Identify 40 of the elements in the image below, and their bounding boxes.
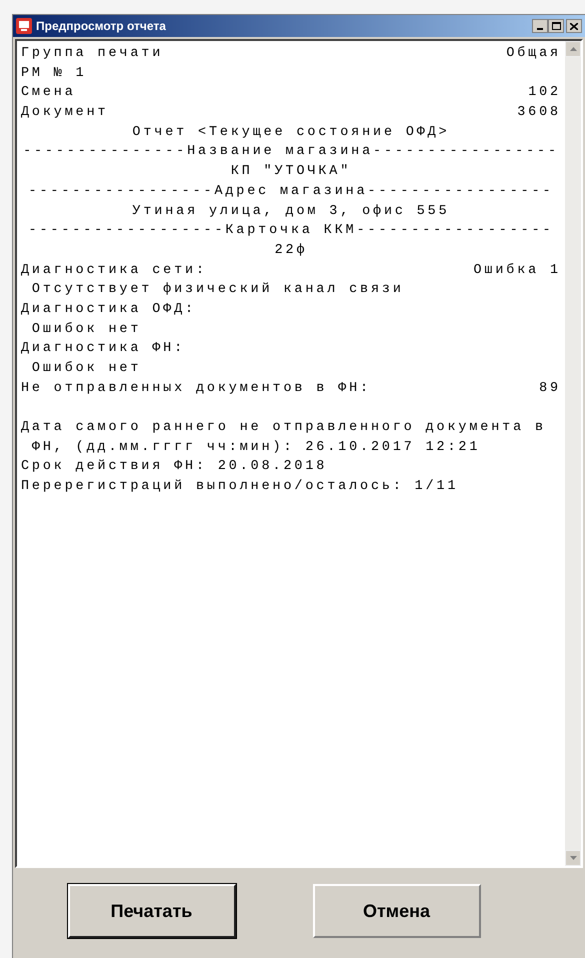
report-text: Диагностика ФН: (21, 340, 186, 358)
report-value: Ошибка 1 (474, 262, 561, 280)
dialog-button[interactable]: Печатать (68, 884, 236, 938)
dialog-button[interactable]: Отмена (312, 884, 480, 938)
report-value: Общая (506, 45, 561, 63)
report-value: 102 (528, 84, 561, 102)
report-label: Смена (21, 84, 76, 102)
report-label: Не отправленных документов в ФН: (21, 380, 371, 398)
report-heading: Отчет <Текущее состояние ОФД> (132, 124, 450, 142)
window-title: Предпросмотр отчета (36, 18, 167, 35)
report-heading: КП "УТОЧКА" (230, 163, 352, 182)
report-text: ФН, (дд.мм.гггг чч:мин): 26.10.2017 12:21 (30, 438, 480, 457)
report-text: РМ № 1 (21, 64, 87, 83)
report-text: Диагностика ОФД: (21, 300, 196, 319)
report-text: Дата самого раннего не отправленного документа в (21, 419, 546, 438)
down-arrow-icon (570, 856, 576, 860)
report-text: Срок действия ФН: 20.08.2018 (21, 458, 328, 476)
report-label: Документ (21, 104, 108, 122)
section-separator: -----------------Адрес магазина----------------- (28, 182, 554, 201)
report-label: Группа печати (21, 45, 164, 63)
report-text: Отсутствует физический канал связи (30, 281, 404, 300)
maximize-button[interactable] (548, 19, 564, 33)
minimize-button[interactable] (532, 19, 548, 33)
report-heading: 22ф (274, 242, 308, 260)
app-icon (16, 18, 32, 34)
scrollbar[interactable] (565, 41, 581, 866)
close-button[interactable] (566, 19, 582, 33)
report-label: Диагностика сети: (21, 262, 207, 280)
section-separator: ------------------Карточка ККМ------------------ (28, 222, 554, 240)
report-value: 3608 (517, 104, 561, 122)
scroll-down-button[interactable] (565, 850, 581, 866)
report-heading: Утиная улица, дом 3, офис 555 (132, 202, 450, 220)
scroll-up-button[interactable] (565, 41, 581, 57)
report-value: 89 (539, 380, 561, 398)
section-separator: ---------------Название магазина----------------- (23, 143, 559, 162)
report-text: Перерегистраций выполнено/осталось: 1/11 (21, 478, 458, 496)
report-text: Ошибок нет (30, 360, 142, 378)
close-icon (570, 22, 578, 30)
up-arrow-icon (570, 47, 576, 51)
report-text: Ошибок нет (30, 320, 142, 339)
